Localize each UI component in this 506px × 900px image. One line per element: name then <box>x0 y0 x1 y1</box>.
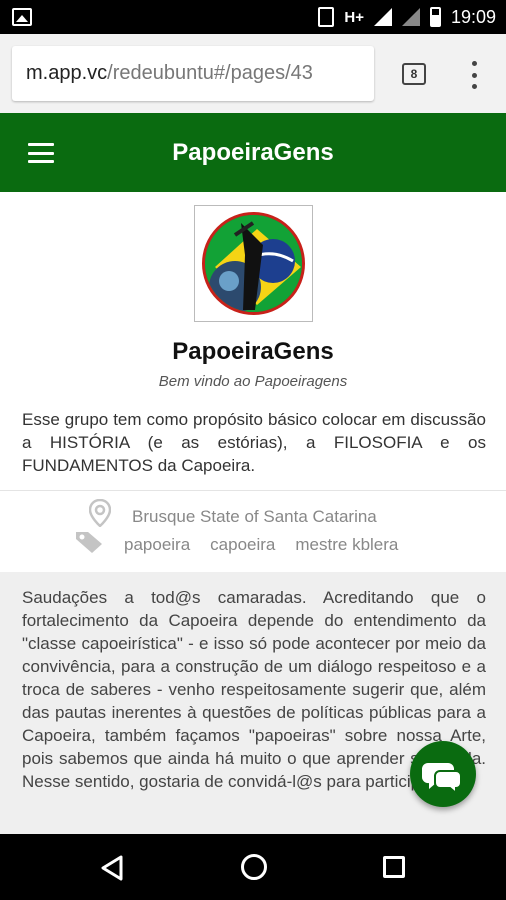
vibrate-icon <box>318 7 335 27</box>
recent-apps-icon[interactable] <box>383 856 405 878</box>
tab-switcher-button[interactable]: 8 <box>402 63 426 85</box>
capoeira-globe-logo <box>202 212 305 315</box>
url-bar[interactable]: m.app.vc/redeubuntu#/pages/43 <box>12 46 374 101</box>
status-bar: H+ 19:09 <box>0 0 506 34</box>
tag-item[interactable]: mestre kblera <box>295 535 398 555</box>
group-profile: PapoeiraGens Bem vindo ao Papoeiragens E… <box>0 192 506 490</box>
battery-icon <box>429 7 441 27</box>
url-host: m.app.vc <box>26 62 108 84</box>
overflow-menu-icon[interactable] <box>470 61 478 89</box>
tag-item[interactable]: papoeira <box>124 535 190 555</box>
system-nav-bar <box>0 834 506 900</box>
tag-item[interactable]: capoeira <box>210 535 275 555</box>
app-title: PapoeiraGens <box>172 139 334 166</box>
location-pin-icon <box>89 499 111 527</box>
browser-toolbar: m.app.vc/redeubuntu#/pages/43 8 <box>0 34 506 113</box>
location-text: Brusque State of Santa Catarina <box>132 507 377 526</box>
signal-icon <box>373 8 392 26</box>
clock: 19:09 <box>450 6 496 27</box>
url-path: /redeubuntu#/pages/43 <box>107 62 313 84</box>
app-header: PapoeiraGens <box>0 113 506 192</box>
gallery-notification-icon <box>12 8 32 26</box>
group-logo <box>194 205 313 322</box>
group-meta: Brusque State of Santa Catarina papoeira… <box>0 490 506 572</box>
chat-button[interactable] <box>410 741 476 807</box>
group-description: Esse grupo tem como propósito básico col… <box>22 410 486 475</box>
group-name: PapoeiraGens <box>172 338 334 365</box>
back-icon[interactable] <box>100 855 124 881</box>
tag-list: papoeira capoeira mestre kblera <box>124 535 398 555</box>
tag-icon <box>76 532 102 553</box>
chat-bubbles-icon <box>421 763 462 796</box>
network-type-label: H+ <box>344 8 364 26</box>
group-subtitle: Bem vindo ao Papoeiragens <box>158 373 348 390</box>
signal-secondary-icon <box>401 8 420 26</box>
home-icon[interactable] <box>241 854 267 880</box>
